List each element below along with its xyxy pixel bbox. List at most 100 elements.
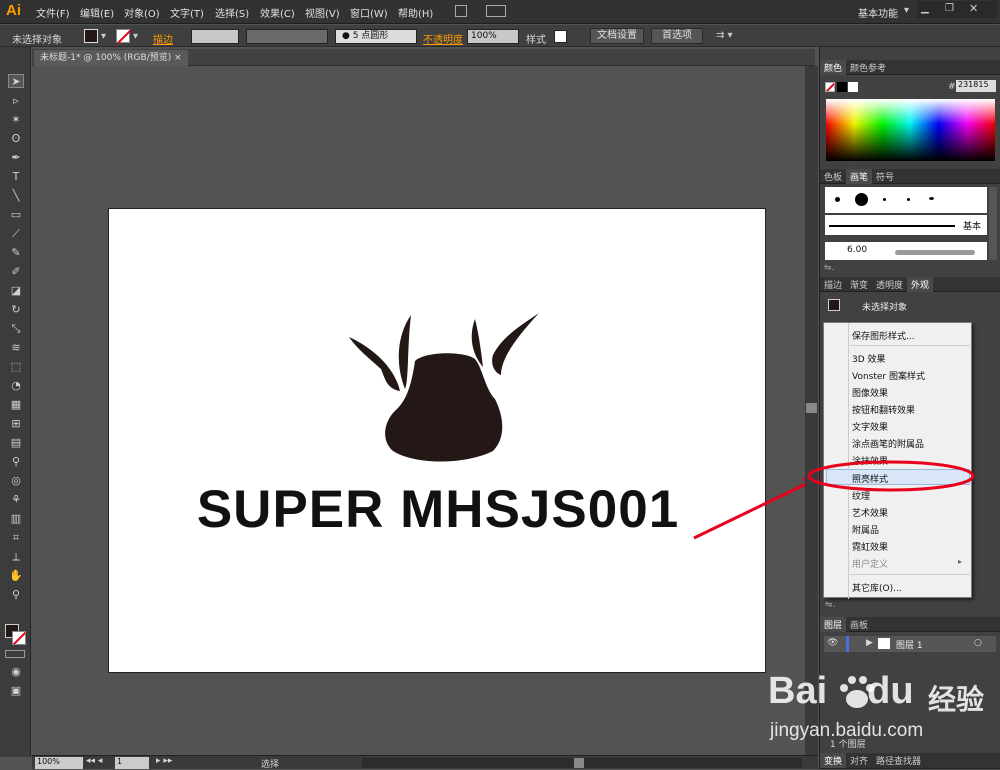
type-tool-icon[interactable]: T	[8, 170, 24, 184]
black-swatch[interactable]	[837, 82, 847, 92]
artboard[interactable]: SUPER MHSJS001	[108, 208, 766, 673]
tab-appearance[interactable]: 外观	[907, 277, 934, 292]
artboard-nav-prev-icon[interactable]: ◂◂ ◂	[86, 756, 102, 766]
pencil-tool-icon[interactable]: ✎	[8, 246, 24, 260]
none-swatch-icon[interactable]	[825, 82, 835, 92]
brush-size-row[interactable]: 6.00	[825, 242, 987, 260]
horizontal-scroll-thumb[interactable]	[574, 758, 584, 768]
draw-mode-icon[interactable]: ◉	[8, 665, 24, 679]
color-spectrum[interactable]	[826, 99, 995, 161]
menu-file[interactable]: 文件(F)	[36, 5, 70, 20]
preferences-button[interactable]: 首选项	[651, 28, 703, 44]
brush-definition[interactable]: ● 5 点圆形	[335, 29, 417, 44]
slice-tool-icon[interactable]: ⟂	[8, 550, 24, 564]
tab-stroke[interactable]: 描边	[820, 277, 846, 292]
layer-name[interactable]: 图层 1	[896, 638, 923, 651]
eraser-tool-icon[interactable]: ◪	[8, 284, 24, 298]
stroke-dropdown-icon[interactable]: ▾	[133, 31, 138, 42]
horizontal-scrollbar[interactable]	[362, 758, 802, 768]
tab-color-guide[interactable]: 颜色参考	[846, 60, 890, 75]
symbol-sprayer-tool-icon[interactable]: ⚘	[8, 493, 24, 507]
tab-swatches[interactable]: 色板	[820, 169, 846, 184]
arrange-docs-icon[interactable]	[486, 5, 506, 17]
paintbrush-tool-icon[interactable]: ⟋	[8, 227, 24, 241]
artboard-nav-next-icon[interactable]: ▸ ▸▸	[156, 756, 172, 766]
zoom-tool-icon[interactable]: ⚲	[8, 588, 24, 602]
eye-icon[interactable]: 👁	[827, 638, 838, 648]
screen-mode-icon[interactable]: ▣	[8, 684, 24, 698]
lasso-tool-icon[interactable]: ʘ	[8, 132, 24, 146]
brush-grid[interactable]	[825, 187, 987, 213]
close-window-icon[interactable]: ✕	[969, 2, 978, 15]
bridge-icon[interactable]	[455, 5, 467, 17]
graphic-style-library-icon[interactable]: ⇋.	[825, 600, 835, 610]
menu-effect[interactable]: 效果(C)	[260, 5, 295, 20]
stroke-weight-field[interactable]	[191, 29, 239, 44]
menu-item-image-effects[interactable]: 图像效果	[852, 386, 888, 399]
pen-tool-icon[interactable]: ✒	[8, 151, 24, 165]
layer-target-icon[interactable]: ○	[974, 638, 982, 648]
menu-item-artistic[interactable]: 艺术效果	[852, 506, 888, 519]
brush-library-menu-icon[interactable]: ⇋.	[824, 263, 834, 273]
menu-edit[interactable]: 编辑(E)	[80, 5, 114, 20]
column-graph-tool-icon[interactable]: ▥	[8, 512, 24, 526]
perspective-grid-tool-icon[interactable]: ▦	[8, 398, 24, 412]
maximize-icon[interactable]: ❐	[945, 3, 954, 14]
shape-builder-tool-icon[interactable]: ◔	[8, 379, 24, 393]
menu-item-other-library[interactable]: 其它库(O)...	[852, 581, 902, 594]
tab-transparency[interactable]: 透明度	[872, 277, 907, 292]
close-tab-icon[interactable]: ×	[174, 53, 182, 63]
tab-gradient[interactable]: 渐变	[846, 277, 872, 292]
white-swatch[interactable]	[848, 82, 858, 92]
fill-swatch[interactable]	[84, 29, 98, 43]
vertical-scroll-thumb[interactable]	[806, 403, 817, 413]
stroke-swatch[interactable]	[116, 29, 132, 45]
menu-item-save-style[interactable]: 保存图形样式...	[852, 329, 915, 342]
document-tab[interactable]: 未标题-1* @ 100% (RGB/预览) ×	[34, 50, 188, 66]
direct-selection-tool-icon[interactable]: ▹	[8, 94, 24, 108]
menu-item-button-rollover[interactable]: 按钮和翻转效果	[852, 403, 915, 416]
tab-artboards[interactable]: 画板	[846, 617, 872, 632]
artboard-tool-icon[interactable]: ⌗	[8, 531, 24, 545]
mesh-tool-icon[interactable]: ⊞	[8, 417, 24, 431]
menu-select[interactable]: 选择(S)	[215, 5, 249, 20]
hand-tool-icon[interactable]: ✋	[8, 569, 24, 583]
menu-item-brush-additions[interactable]: 涂点画笔的附属品	[852, 437, 924, 450]
document-setup-button[interactable]: 文档设置	[590, 28, 644, 44]
gradient-tool-icon[interactable]: ▤	[8, 436, 24, 450]
stroke-color-icon[interactable]	[12, 631, 26, 645]
tab-layers[interactable]: 图层	[820, 617, 847, 632]
color-mode-icons[interactable]	[5, 650, 25, 658]
tab-brushes[interactable]: 画笔	[846, 169, 873, 184]
menu-view[interactable]: 视图(V)	[305, 5, 340, 20]
artboard-number-field[interactable]: 1	[115, 757, 149, 769]
warp-tool-icon[interactable]: ≋	[8, 341, 24, 355]
menu-window[interactable]: 窗口(W)	[350, 5, 388, 20]
rotate-tool-icon[interactable]: ↻	[8, 303, 24, 317]
menu-item-3d-effects[interactable]: 3D 效果	[852, 352, 886, 365]
menu-item-neon[interactable]: 霓虹效果	[852, 540, 888, 553]
magic-wand-tool-icon[interactable]: ✶	[8, 113, 24, 127]
tab-symbols[interactable]: 符号	[872, 169, 898, 184]
graphic-style-swatch[interactable]	[554, 30, 567, 43]
minimize-icon[interactable]: ▁	[921, 3, 929, 14]
basic-brush-row[interactable]: 基本	[825, 215, 987, 235]
blob-brush-tool-icon[interactable]: ✐	[8, 265, 24, 279]
rectangle-tool-icon[interactable]: ▭	[8, 208, 24, 222]
blend-tool-icon[interactable]: ◎	[8, 474, 24, 488]
eyedropper-tool-icon[interactable]: ⚲	[8, 455, 24, 469]
free-transform-tool-icon[interactable]: ⬚	[8, 360, 24, 374]
menu-item-user-defined[interactable]: 用户定义	[852, 557, 888, 570]
expand-triangle-icon[interactable]: ▶	[866, 638, 873, 648]
opacity-field[interactable]: 100%	[467, 29, 519, 44]
menu-help[interactable]: 帮助(H)	[398, 5, 433, 20]
align-options-icon[interactable]: ⇉ ▾	[716, 30, 733, 41]
artwork-text[interactable]: SUPER MHSJS001	[109, 479, 767, 540]
variable-width-field[interactable]	[246, 29, 328, 44]
vertical-scrollbar[interactable]	[805, 66, 818, 756]
zoom-field[interactable]: 100%	[35, 757, 83, 769]
menu-type[interactable]: 文字(T)	[170, 5, 204, 20]
workspace-dropdown-icon[interactable]: ▾	[904, 5, 909, 16]
menu-item-additive[interactable]: 附属品	[852, 523, 879, 536]
stroke-label[interactable]: 描边	[153, 31, 173, 46]
